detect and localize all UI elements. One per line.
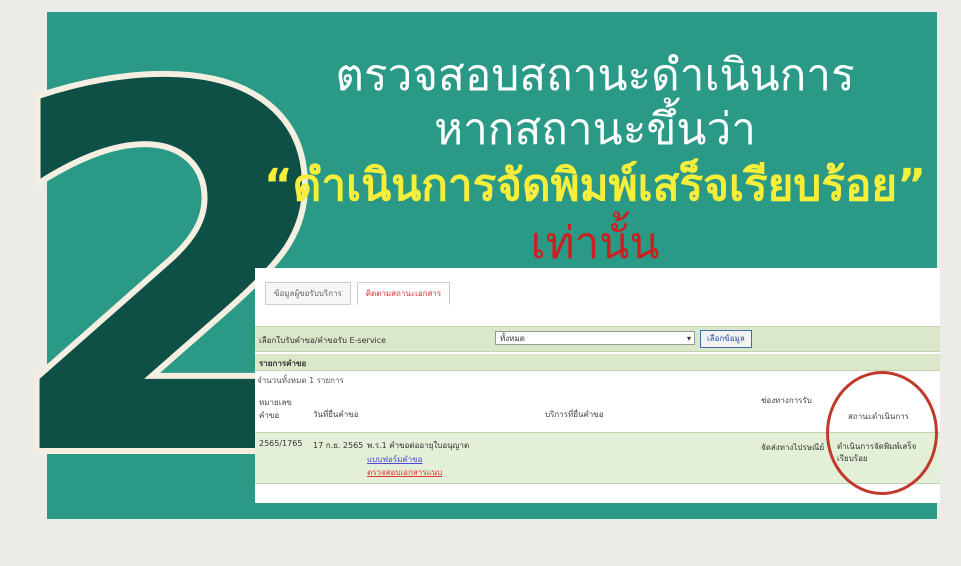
row-channel: จัดส่งทางไปรษณีย์ — [761, 443, 825, 452]
status-highlight-circle — [826, 371, 938, 495]
tab-user-info[interactable]: ข้อมูลผู้ขอรับบริการ — [265, 282, 351, 305]
row-service: พ.ร.1 คำขอต่ออายุใบอนุญาต — [367, 441, 470, 450]
tab-track-status[interactable]: ติดตามสถานะเอกสาร — [356, 282, 451, 305]
record-count: จำนวนทั้งหมด 1 รายการ — [257, 376, 344, 385]
row-request-no: 2565/1765 — [259, 439, 303, 448]
col-channel: ช่องทางการรับ — [761, 396, 812, 405]
select-button[interactable]: เลือกข้อมูล — [700, 330, 752, 348]
row-date: 17 ก.ย. 2565 — [313, 441, 364, 450]
section-title: รายการคำขอ — [259, 359, 307, 368]
filter-bar: เลือกใบรับคำขอ/คำขอรับ E-service ทั้งหมด… — [255, 326, 940, 352]
row-attachment-link[interactable]: ตรวจสอบเอกสารแนบ — [367, 466, 442, 479]
filter-label: เลือกใบรับคำขอ/คำขอรับ E-service — [259, 336, 387, 345]
tab-bar: ข้อมูลผู้ขอรับบริการ ติดตามสถานะเอกสาร — [265, 282, 451, 305]
col-request-no: หมายเลขคำขอ — [259, 398, 292, 420]
col-service: บริการที่ยื่นคำขอ — [545, 410, 604, 419]
col-date: วันที่ยื่นคำขอ — [313, 410, 359, 419]
section-header: รายการคำขอ — [255, 354, 940, 371]
row-form-link[interactable]: แบบฟอร์มคำขอ — [367, 453, 422, 466]
request-select[interactable]: ทั้งหมด — [495, 331, 695, 346]
